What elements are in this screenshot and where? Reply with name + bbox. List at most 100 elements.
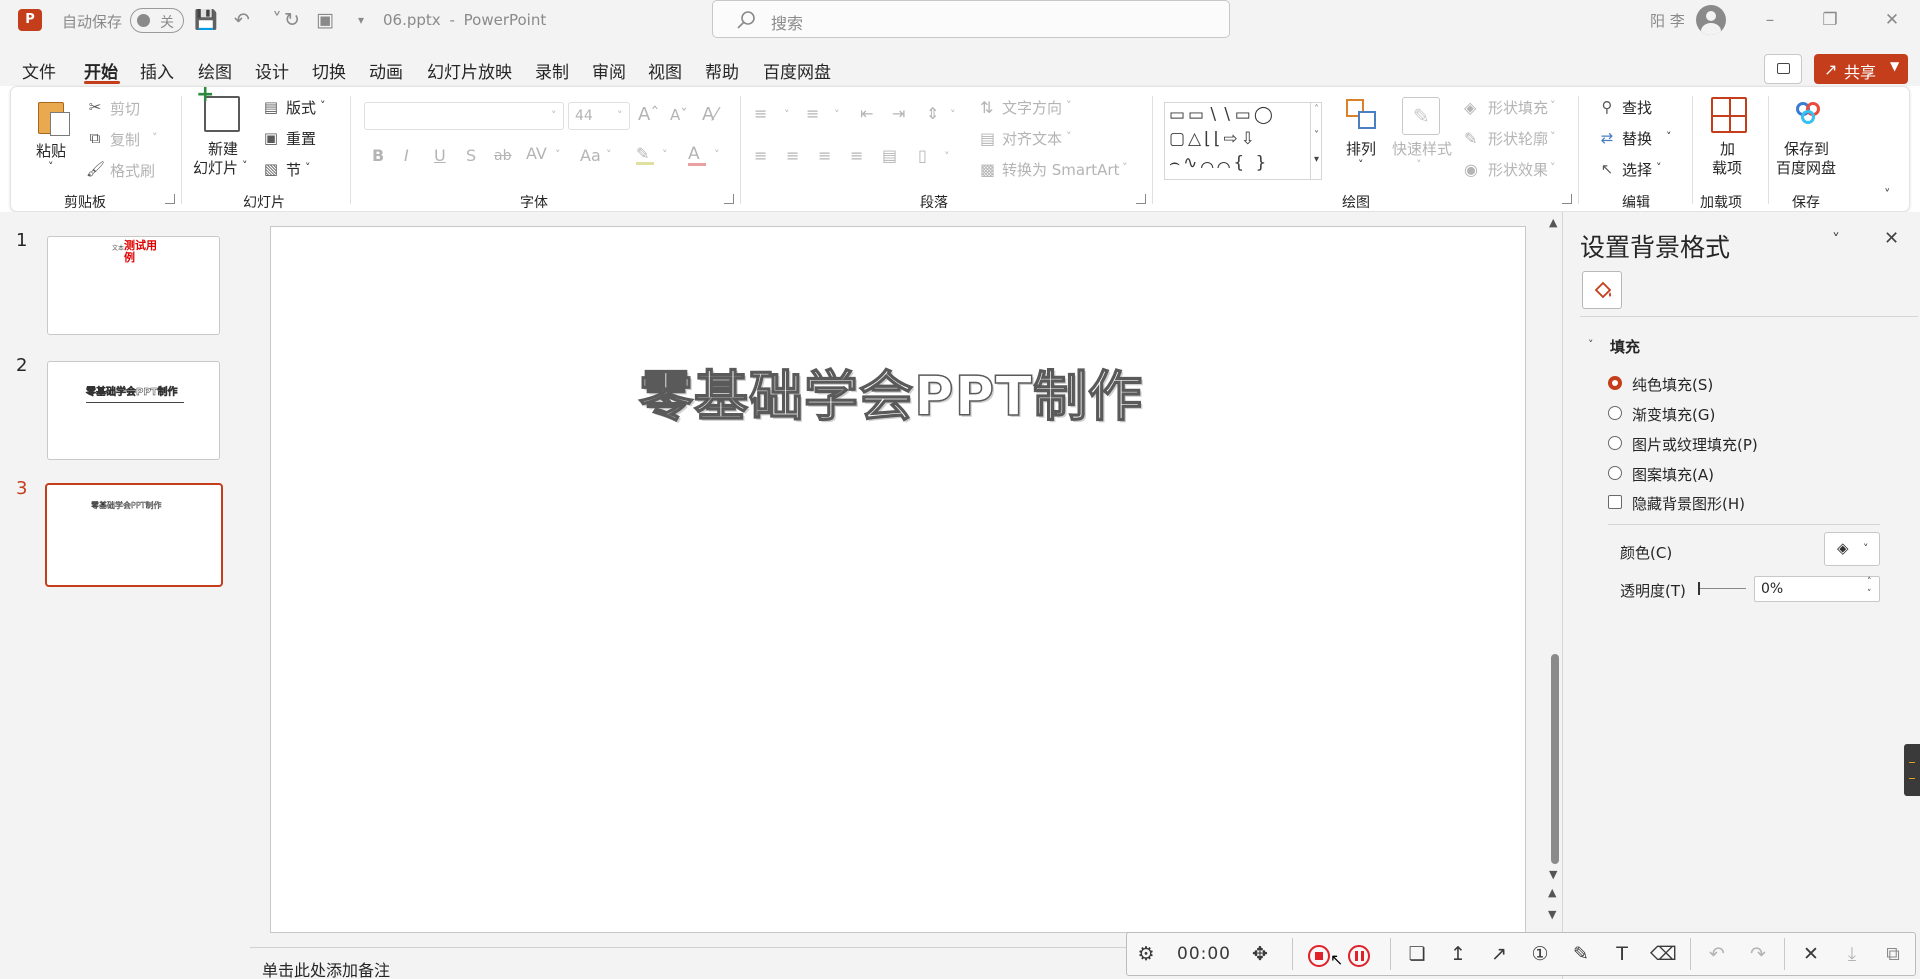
slide-thumbnail-1[interactable]: 文本 测试用例 [47,236,220,335]
columns-icon[interactable]: ▯ [918,146,927,165]
arrange-button[interactable]: 排列 [1346,138,1376,159]
text-direction-icon[interactable]: ⇅ [980,98,993,117]
paste-icon[interactable] [36,96,72,136]
slider-handle[interactable] [1698,582,1700,595]
shape-tool-icon[interactable]: ❏ [1404,941,1430,967]
numbering-icon[interactable]: ≡ [806,104,819,123]
move-icon[interactable]: ✥ [1247,941,1273,967]
undo-icon[interactable]: ↶ [1704,941,1730,967]
section-collapse-icon[interactable]: ˅ [1588,338,1594,351]
line-spacing-icon[interactable]: ⇕ [926,104,939,123]
save-baidu-label-1[interactable]: 保存到 [1784,138,1829,159]
solid-fill-label[interactable]: 纯色填充(S) [1632,374,1713,395]
close-pane-icon[interactable]: ✕ [1884,228,1899,249]
picture-fill-label[interactable]: 图片或纹理填充(P) [1632,434,1758,455]
fill-section-header[interactable]: 填充 [1610,336,1640,357]
bullets-icon[interactable]: ≡ [754,104,767,123]
arrow-tool-icon[interactable]: ↗ [1486,941,1512,967]
shape-outline-icon[interactable]: ✎ [1464,129,1477,148]
increase-font-icon[interactable]: Aˆ [638,104,659,125]
hide-background-checkbox[interactable] [1608,495,1622,509]
dialog-launcher-icon[interactable] [724,194,734,204]
pen-tool-icon[interactable]: ✎ [1568,941,1594,967]
text-direction-button[interactable]: 文字方向 [1002,97,1062,118]
dialog-launcher-icon[interactable] [165,194,175,204]
format-painter-button[interactable]: 格式刷 [110,160,155,181]
font-size-select[interactable]: 44 ˅ [568,102,630,130]
bold-button[interactable]: B [372,146,384,165]
align-center-icon[interactable]: ≡ [786,146,799,165]
shape-effects-icon[interactable]: ◉ [1464,160,1478,179]
pause-record-icon[interactable] [1348,945,1370,967]
align-text-button[interactable]: 对齐文本 [1002,128,1062,149]
minimize-icon[interactable]: – [1750,6,1790,34]
avatar-icon[interactable] [1696,5,1726,35]
new-slide-icon[interactable] [196,82,240,132]
pattern-fill-label[interactable]: 图案填充(A) [1632,464,1714,485]
shape-fill-icon[interactable]: ◈ [1464,98,1476,117]
shape-outline-button[interactable]: 形状轮廓 [1488,128,1548,149]
chevron-down-icon[interactable]: ˅ [242,159,248,172]
tab-slideshow[interactable]: 幻灯片放映 [427,58,512,83]
slide-title[interactable]: 零基础学会PPT制作 [611,352,1171,431]
add-ins-icon[interactable] [1711,97,1747,133]
tab-transitions[interactable]: 切换 [312,58,346,83]
justify-icon[interactable]: ≡ [850,146,863,165]
distributed-icon[interactable]: ▤ [882,146,897,165]
highlight-icon[interactable]: ✎ [636,144,654,165]
restore-icon[interactable]: ❐ [1810,6,1850,34]
number-tool-icon[interactable]: ① [1527,941,1553,967]
editor-scrollbar[interactable]: ▲ ▼ ▲ ▼ [1548,216,1562,934]
new-slide-label-2[interactable]: 幻灯片 [193,157,238,178]
gradient-fill-label[interactable]: 渐变填充(G) [1632,404,1715,425]
settings-gear-icon[interactable]: ⚙ [1133,941,1159,967]
collapse-ribbon-icon[interactable]: ˅ [1884,188,1891,203]
shadow-button[interactable]: S [466,146,476,165]
smartart-icon[interactable]: ▩ [980,160,995,179]
slide-thumbnail-2[interactable]: 零基础学会PPT制作 [47,361,220,460]
spin-down-icon[interactable]: ˅ [1867,589,1872,599]
replace-button[interactable]: 替换 [1622,128,1652,149]
slide-thumbnail-3[interactable]: 零基础学会PPT制作 [45,483,223,587]
italic-button[interactable]: I [404,146,409,165]
pattern-fill-radio[interactable] [1608,466,1622,480]
underline-button[interactable]: U [434,146,446,165]
font-color-button[interactable]: A [688,144,706,166]
shape-effects-button[interactable]: 形状效果 [1488,159,1548,180]
new-slide-label-1[interactable]: 新建 [208,138,238,159]
tab-animations[interactable]: 动画 [369,58,403,83]
transparency-spinbox[interactable]: 0% ˄ ˅ [1754,576,1880,602]
eraser-tool-icon[interactable]: ⌫ [1650,941,1677,967]
next-slide-icon[interactable]: ▼ [1548,908,1556,921]
quick-styles-icon[interactable]: ✎ [1402,97,1440,135]
stop-record-icon[interactable] [1308,945,1330,967]
share-button[interactable]: ↗ 共享 ▼ [1814,54,1908,84]
autosave-toggle[interactable]: 关 [130,8,184,33]
transparency-slider[interactable] [1698,581,1746,597]
picture-fill-radio[interactable] [1608,436,1622,450]
tab-draw[interactable]: 绘图 [198,58,232,83]
search-box[interactable]: 搜索 [712,0,1230,38]
align-text-icon[interactable]: ▤ [980,129,995,148]
chevron-down-icon[interactable]: ˅ [1666,130,1672,143]
save-baidu-label-2[interactable]: 百度网盘 [1776,157,1836,178]
add-ins-label-2[interactable]: 载项 [1712,157,1742,178]
redo-icon[interactable]: ↷ [1745,941,1771,967]
previous-slide-icon[interactable]: ▲ [1548,886,1556,899]
customize-qat-icon[interactable]: ▾ [348,8,374,32]
copy-button[interactable]: 复制 [110,129,140,150]
tab-design[interactable]: 设计 [255,58,289,83]
change-case-button[interactable]: Aa [580,146,601,165]
chevron-down-icon[interactable]: ˅ [305,161,311,174]
section-button[interactable]: 节 [286,159,301,180]
tab-record[interactable]: 录制 [535,58,569,83]
comments-button[interactable] [1764,54,1802,84]
user-name[interactable]: 阳 李 [1650,10,1685,31]
undo-icon[interactable]: ↶ [229,8,255,32]
polyline-tool-icon[interactable]: ↥ [1445,941,1471,967]
gradient-fill-radio[interactable] [1608,406,1622,420]
present-icon[interactable]: ▣ [312,8,338,32]
color-picker-button[interactable]: ◈ ˅ [1824,532,1880,566]
baidu-cloud-icon[interactable] [1792,100,1828,128]
align-left-icon[interactable]: ≡ [754,146,767,165]
